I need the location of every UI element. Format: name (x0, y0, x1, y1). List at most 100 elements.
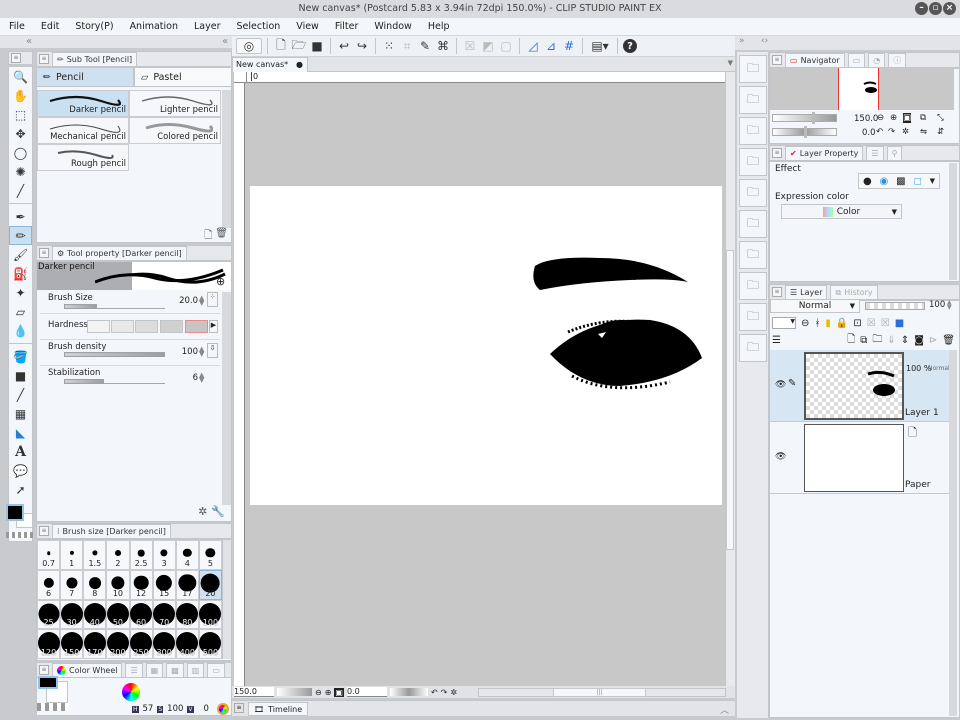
pressure-icon[interactable]: ⁘ (207, 292, 218, 307)
rotate-right-icon[interactable]: ↷ (441, 688, 448, 697)
new-vector-layer-icon[interactable]: ⧉ (860, 335, 867, 346)
auto-select-tool-icon[interactable]: ✺ (9, 162, 32, 181)
expand-icon[interactable]: ▶ (209, 320, 218, 333)
navigator-view-frame[interactable] (838, 68, 879, 110)
ruler-horizontal[interactable]: 0 (247, 72, 725, 83)
brushsize-scrollbar[interactable] (222, 540, 231, 659)
text-tool-icon[interactable]: A (9, 442, 32, 461)
eraser-tool-icon[interactable]: ▱ (9, 302, 32, 321)
border-effect-icon[interactable]: ● (863, 176, 872, 187)
material-pose-icon[interactable]: 🗀 (739, 334, 767, 362)
rotate-left-icon[interactable]: ↶ (431, 688, 438, 697)
menu-window[interactable]: Window (374, 21, 411, 32)
visibility-eye-icon[interactable]: 👁 (775, 452, 786, 462)
save-icon[interactable]: ■ (309, 38, 325, 54)
brush-size-200[interactable]: 200 (106, 629, 130, 659)
toolprop-scrollbar[interactable] (222, 292, 231, 505)
ruler-tool-icon[interactable]: ◣ (9, 423, 32, 442)
brush-size-120[interactable]: 120 (37, 629, 61, 659)
correct-line-tool-icon[interactable]: ➚ (9, 480, 32, 499)
draft-layer-icon[interactable]: ▮ (825, 318, 831, 329)
layer-color-dropdown[interactable]: ▼ (772, 317, 796, 329)
hardness-level-4[interactable] (160, 320, 183, 333)
panel-menu-icon[interactable]: ≡ (11, 53, 21, 63)
create-mask-icon[interactable]: ◙ (914, 335, 924, 346)
color-set-tab[interactable]: ▦ (145, 663, 164, 677)
material-edit-icon[interactable]: 🗀 (739, 272, 767, 300)
history-tab[interactable]: ⧉ History (830, 285, 878, 299)
brush-size-12[interactable]: 12 (129, 569, 153, 600)
figure-tool-icon[interactable]: ╱ (9, 385, 32, 404)
view-menu-icon[interactable]: ▤▾ (588, 38, 612, 54)
pencil-tool-icon[interactable]: ✏ (9, 226, 32, 245)
grid-snap-icon[interactable]: # (561, 38, 577, 54)
item-bank-tab[interactable]: ⓘ (888, 53, 907, 67)
apply-mask-icon[interactable]: ⊳ (929, 335, 937, 346)
new-subtool-icon[interactable]: 🗋 (204, 228, 212, 243)
transfer-down-icon[interactable]: ⇓ (887, 335, 895, 346)
extract-line-icon[interactable]: ◉ (880, 176, 889, 187)
canvas-paper[interactable] (250, 186, 722, 505)
stabilization-value[interactable]: 6 (170, 373, 198, 383)
vertical-scroll-thumb[interactable] (726, 250, 734, 550)
brush-size-300[interactable]: 300 (152, 629, 176, 659)
transform-icon[interactable]: ⌘ (435, 38, 451, 54)
crop-icon[interactable]: ⌗ (399, 38, 415, 54)
navigator-tab[interactable]: ▭ Navigator (785, 53, 845, 67)
brush-size-17[interactable]: 17 (175, 569, 199, 600)
panel-menu-icon[interactable]: ≡ (772, 287, 782, 297)
spinner-icon[interactable]: ▲ ▼ (199, 372, 204, 384)
brush-size-8[interactable]: 8 (83, 569, 107, 600)
colorwheel-tab[interactable]: Color Wheel (52, 663, 123, 677)
brush-size-3[interactable]: 3 (152, 540, 176, 570)
preview-zoom-icon[interactable]: ⊕ (216, 275, 225, 288)
close-icon[interactable]: × (943, 2, 956, 15)
color-history-tab[interactable]: ▭ (207, 663, 225, 677)
panel-menu-icon[interactable]: ≡ (39, 526, 49, 536)
material-close-icon[interactable]: 🗀 (739, 117, 767, 145)
subtool-darker-pencil[interactable]: Darker pencil (37, 90, 129, 117)
clip-layer-icon[interactable]: ⊖ (801, 318, 809, 329)
expression-color-dropdown[interactable]: Color ▼ (781, 204, 902, 219)
merge-down-icon[interactable]: ⇕ (901, 335, 909, 346)
panel-menu-icon[interactable]: ≡ (39, 54, 49, 64)
brush-size-250[interactable]: 250 (129, 629, 153, 659)
reference-layer-icon[interactable]: ᚼ (814, 318, 820, 329)
pen-tool-icon[interactable]: ✒ (9, 207, 32, 226)
brush-size-170[interactable]: 170 (83, 629, 107, 659)
nav-zoom-out-icon[interactable]: ⊖ (877, 113, 884, 123)
blend-mode-dropdown[interactable]: Normal ▼ (770, 299, 860, 313)
modified-dot-icon[interactable]: ● (296, 60, 303, 69)
group-pastel[interactable]: ▱ Pastel (134, 67, 232, 87)
layer-panel-icon[interactable]: ☰ (772, 335, 781, 346)
select-disabled-icon[interactable]: ▢ (498, 38, 514, 54)
reset-rotation-icon[interactable]: ✲ (450, 688, 457, 697)
material-tone-icon[interactable]: 🗀 (739, 148, 767, 176)
subtool-scrollbar[interactable] (222, 90, 231, 228)
rotation-slider[interactable] (389, 688, 428, 696)
brush-size-70[interactable]: 70 (152, 599, 176, 630)
nav-zoom-slider[interactable] (772, 114, 837, 122)
color-wheel[interactable] (122, 683, 140, 701)
panel-menu-icon[interactable]: ≡ (772, 55, 782, 65)
visibility-eye-icon[interactable]: 👁 (775, 380, 786, 390)
hardness-level-1[interactable] (87, 320, 110, 333)
color-slider-tab[interactable]: ☰ (125, 663, 143, 677)
nav-fit-icon[interactable]: ▣ (903, 113, 912, 123)
brush-density-value[interactable]: 100 (170, 347, 198, 357)
nav-reset-rotation-icon[interactable]: ✲ (902, 127, 909, 137)
layer-scrollbar[interactable] (949, 350, 957, 716)
brush-size-500[interactable]: 500 (198, 629, 222, 659)
subtool-mechanical-pencil[interactable]: Mechanical pencil (37, 117, 129, 144)
object-tool-icon[interactable]: ⬚ (9, 105, 32, 124)
undo-icon[interactable]: ↩ (336, 38, 352, 54)
delete-subtool-icon[interactable]: 🗑 (215, 228, 228, 243)
brush-size-60[interactable]: 60 (129, 599, 153, 630)
move-layer-tool-icon[interactable]: ✥ (9, 124, 32, 143)
nav-print-size-icon[interactable]: ⤡ (937, 113, 944, 123)
brush-size-100[interactable]: 100 (198, 599, 222, 630)
timeline-tab[interactable]: 🎞 Timeline (248, 702, 309, 716)
airbrush-tool-icon[interactable]: ⛽ (9, 264, 32, 283)
menu-selection[interactable]: Selection (237, 21, 281, 32)
opacity-spinner[interactable]: ▲ ▼ (947, 300, 952, 311)
